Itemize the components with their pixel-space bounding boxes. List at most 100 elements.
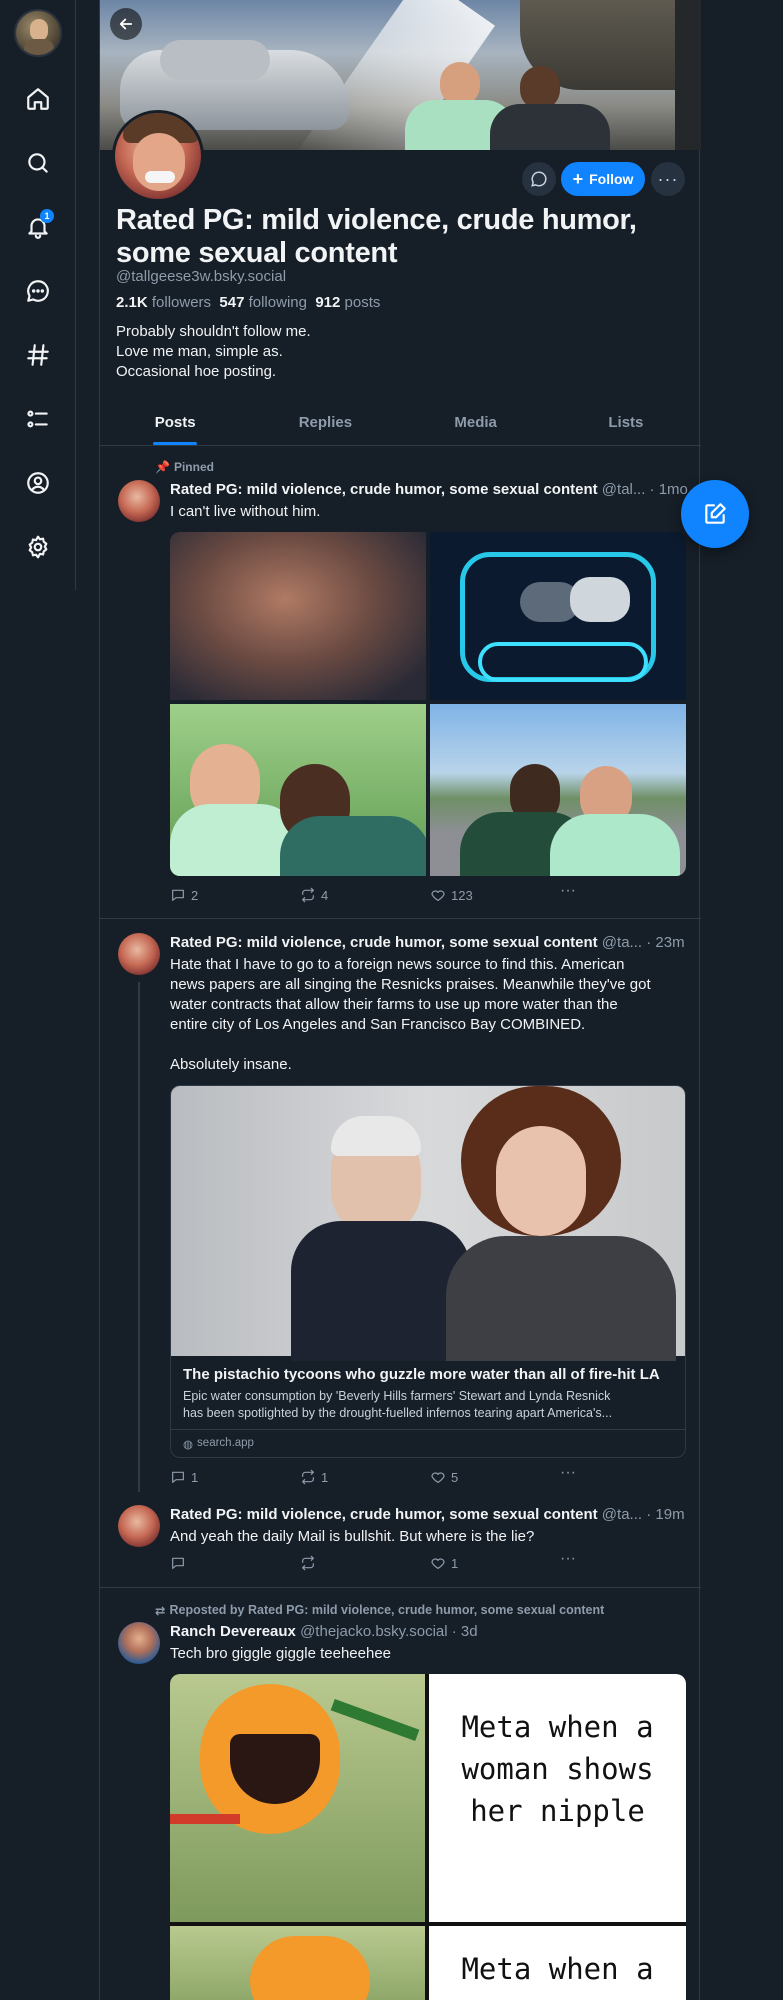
link-card-title: The pistachio tycoons who guzzle more wa… [183,1366,660,1383]
like-button[interactable]: 1 [430,1555,458,1571]
link-card-desc-line: has been spotlighted by the drought-fuel… [183,1406,613,1420]
post-image[interactable] [430,532,686,700]
list-icon[interactable] [18,399,58,439]
post-author-name[interactable]: Rated PG: mild violence, crude humor, so… [170,481,598,498]
reply-button[interactable]: 1 [170,1469,198,1485]
repost-indicator[interactable]: ⇄ Reposted by Rated PG: mild violence, c… [155,1603,604,1618]
gear-icon[interactable] [18,527,58,567]
hash-icon[interactable] [18,335,58,375]
display-name: Rated PG: mild violence, crude humor, so… [116,204,637,269]
like-button[interactable]: 123 [430,887,473,903]
current-user-avatar[interactable] [14,9,62,57]
repost-icon [302,887,314,903]
meme-caption-line: her nipple [470,1794,645,1828]
post-author-name[interactable]: Rated PG: mild violence, crude humor, so… [170,934,598,951]
notifications-icon[interactable]: 1 [18,207,58,247]
profile-handle: @tallgeese3w.bsky.social [116,268,287,285]
post-text-line: entire city of Los Angeles and San Franc… [170,1016,586,1033]
back-button[interactable] [110,8,142,40]
tab-media[interactable]: Media [401,400,551,445]
reply-button[interactable]: 2 [170,887,198,903]
link-card-divider [171,1429,685,1430]
tab-replies[interactable]: Replies [250,400,400,445]
search-icon[interactable] [18,143,58,183]
repost-button[interactable]: 4 [300,887,328,903]
post-text: Tech bro giggle giggle teeheehee [170,1645,392,1662]
followers-stat[interactable]: 2.1K followers [116,294,211,311]
globe-icon: ◍ [183,1439,194,1451]
post-time[interactable]: · 1mo [650,481,688,498]
profile-avatar[interactable] [112,110,204,202]
repost-button[interactable] [300,1555,321,1571]
repost-button[interactable]: 1 [300,1469,328,1485]
pinned-label: Pinned [173,460,214,474]
post-actions: 2 4 123 ··· [170,882,590,905]
like-button[interactable]: 5 [430,1469,458,1485]
repost-icon [302,1555,314,1571]
post-text: And yeah the daily Mail is bullshit. But… [170,1528,535,1545]
follow-button[interactable]: + Follow [561,162,645,196]
ellipsis-icon: ··· [560,1464,576,1481]
post-time[interactable]: · 23m [646,934,684,951]
profile-bio: Probably shouldn't follow me. Love me ma… [116,322,311,382]
post-author-handle[interactable]: @tal... [602,481,646,498]
reply-count: 2 [191,887,199,903]
compose-post-button[interactable] [681,480,749,548]
post-time[interactable]: · 3d [452,1623,478,1640]
repost-count: 1 [321,1469,329,1485]
ellipsis-icon: ··· [560,882,576,899]
post-author-avatar[interactable] [118,1622,160,1664]
post-text-line: Absolutely insane. [170,1056,292,1073]
post-image[interactable] [170,704,426,876]
post-author-avatar[interactable] [118,1505,160,1547]
post-author-name[interactable]: Rated PG: mild violence, crude humor, so… [170,1506,598,1523]
post-time[interactable]: · 19m [646,1506,684,1523]
post-author-handle[interactable]: @ta... [602,934,642,951]
pin-icon: 📌 [155,460,170,474]
tab-posts[interactable]: Posts [100,400,250,445]
post-image[interactable] [430,704,686,876]
tab-lists[interactable]: Lists [551,400,701,445]
reply-count: 1 [191,1469,199,1485]
reply-icon [172,1557,184,1569]
chat-icon[interactable] [18,271,58,311]
reply-button[interactable] [170,1555,191,1571]
post-author-avatar[interactable] [118,480,160,522]
meme-caption-line: woman shows [461,1752,654,1786]
more-options-button[interactable]: ··· [651,162,685,196]
link-card-description: Epic water consumption by 'Beverly Hills… [183,1388,612,1422]
repost-icon [302,1469,314,1485]
bio-line: Love me man, simple as. [116,343,283,360]
post-header: Rated PG: mild violence, crude humor, so… [170,934,685,951]
heart-icon [431,1558,445,1569]
meme-caption: Meta when a woman shows her nipple [429,1706,686,1832]
post-author-handle[interactable]: @thejacko.bsky.social [300,1623,448,1640]
following-stat[interactable]: 547 following [219,294,307,311]
meme-caption-line: Meta when a [461,1710,654,1744]
repost-icon: ⇄ [155,1604,166,1618]
post-author-name[interactable]: Ranch Devereaux [170,1623,296,1640]
link-card-domain: ◍ search.app [183,1437,254,1451]
post-more-button[interactable]: ··· [560,1550,576,1567]
post-divider [100,918,701,919]
post-author-avatar[interactable] [118,933,160,975]
sidebar: 1 [0,0,76,590]
post-image[interactable] [170,532,426,700]
profile-icon[interactable] [18,463,58,503]
post-more-button[interactable]: ··· [560,882,576,899]
message-button[interactable] [522,162,556,196]
post-more-button[interactable]: ··· [560,1464,576,1481]
home-icon[interactable] [18,79,58,119]
post-author-handle[interactable]: @ta... [602,1506,642,1523]
meme-image[interactable]: Meta when a woman shows her nipple Meta … [170,1674,686,2000]
ellipsis-icon: ··· [560,1550,576,1567]
profile-feed: + Follow ··· Rated PG: mild violence, cr… [99,0,701,2000]
post-text-line: news papers are all singing the Resnicks… [170,976,651,993]
bio-line: Probably shouldn't follow me. [116,323,311,340]
repost-count: 4 [321,887,329,903]
meme-caption: Meta when a [461,1952,654,1986]
link-card[interactable]: The pistachio tycoons who guzzle more wa… [170,1085,686,1458]
repost-label: Reposted by Rated PG: mild violence, cru… [169,1603,605,1617]
heart-icon [431,890,445,901]
post-header: Rated PG: mild violence, crude humor, so… [170,481,688,498]
